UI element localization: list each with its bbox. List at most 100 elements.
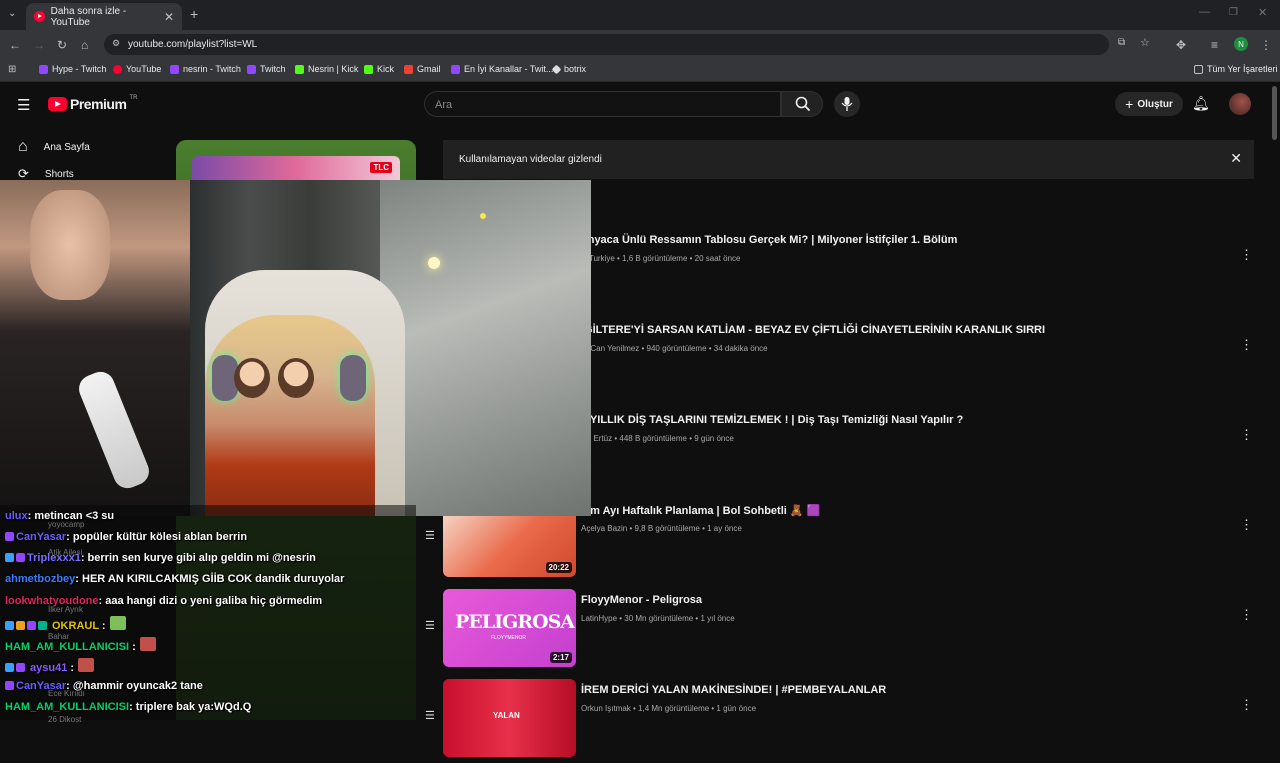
back-icon[interactable]: ← xyxy=(9,38,21,52)
toy-figure xyxy=(234,358,270,398)
video-meta: C Turkiye • 1,6 B görüntüleme • 20 saat … xyxy=(581,254,741,263)
close-window-icon[interactable]: ✕ xyxy=(1258,6,1267,19)
video-duration: 2:17 xyxy=(549,652,572,663)
install-app-icon[interactable]: ⧉ xyxy=(1118,37,1125,48)
voice-search-button[interactable] xyxy=(834,91,860,117)
bookmark-item[interactable]: nesrin - Twitch xyxy=(170,64,241,74)
site-info-icon[interactable]: ⚙ xyxy=(112,38,120,49)
webcam-overlay xyxy=(0,180,591,516)
playlist-video-row[interactable]: ☰ YALAN İREM DERİCİ YALAN MAKİNESİNDE! |… xyxy=(425,679,1253,763)
video-title[interactable]: kim Ayı Haftalık Planlama | Bol Sohbetli… xyxy=(581,504,820,517)
drag-handle-icon[interactable]: ☰ xyxy=(425,619,435,632)
bookmark-item[interactable]: YouTube xyxy=(113,64,161,74)
notifications-bell-icon[interactable]: 🔔︎ xyxy=(1192,95,1210,112)
forward-icon[interactable]: → xyxy=(33,38,45,52)
tab-title: Daha sonra izle - YouTube xyxy=(50,5,127,28)
youtube-favicon-icon xyxy=(34,11,45,22)
more-actions-icon[interactable]: ⋮ xyxy=(1240,427,1253,443)
create-button[interactable]: + Oluştur xyxy=(1115,92,1183,116)
person-center xyxy=(205,315,375,516)
bookmark-item[interactable]: Kick xyxy=(364,64,394,74)
chat-badge-icon xyxy=(5,553,14,562)
account-avatar[interactable] xyxy=(1229,93,1251,115)
more-actions-icon[interactable]: ⋮ xyxy=(1240,247,1253,263)
video-title[interactable]: ünyaca Ünlü Ressamın Tablosu Gerçek Mi? … xyxy=(581,234,957,246)
chat-message: CanYasar: popüler kültür kölesi ablan be… xyxy=(5,531,247,543)
youtube-logo[interactable]: Premium TR xyxy=(48,95,137,112)
twitch-icon xyxy=(451,64,460,74)
drag-handle-icon[interactable]: ☰ xyxy=(425,709,435,722)
botrix-icon xyxy=(551,64,562,74)
browser-tab[interactable]: Daha sonra izle - YouTube ✕ xyxy=(26,3,182,30)
bookmark-item[interactable]: Nesrin | Kick xyxy=(295,64,358,74)
browser-menu-icon[interactable]: ⋮ xyxy=(1260,38,1272,52)
hidden-videos-banner: Kullanılamayan videolar gizlendi ✕ xyxy=(443,140,1254,179)
youtube-play-icon xyxy=(48,97,67,111)
drag-handle-icon[interactable]: ☰ xyxy=(425,529,435,542)
logo-text: Premium xyxy=(70,96,127,112)
page-scrollbar[interactable] xyxy=(1272,86,1277,140)
tab-search-icon[interactable]: ⌄ xyxy=(8,8,16,19)
video-meta: niz Ertüz • 448 B görüntüleme • 9 gün ön… xyxy=(581,434,734,443)
more-actions-icon[interactable]: ⋮ xyxy=(1240,517,1253,533)
headphone-right xyxy=(340,355,366,401)
close-tab-icon[interactable]: ✕ xyxy=(164,10,174,24)
chat-message: HAM_AM_KULLANICISI : xyxy=(5,637,158,653)
chat-message: HAM_AM_KULLANICISI: triplere bak ya:WQd.… xyxy=(5,701,252,713)
video-duration: 20:22 xyxy=(545,562,572,573)
url-bar[interactable]: ⚙ youtube.com/playlist?list=WL ⧉ ☆ xyxy=(104,34,1150,55)
bookmark-item[interactable]: botrix xyxy=(551,64,586,74)
video-title[interactable]: 2 YILLIK DİŞ TAŞLARINI TEMİZLEMEK ! | Di… xyxy=(581,414,963,426)
emote-icon xyxy=(109,616,126,630)
kick-icon xyxy=(364,64,373,74)
profile-avatar[interactable]: N xyxy=(1234,37,1248,51)
new-tab-icon[interactable]: + xyxy=(190,6,198,22)
more-actions-icon[interactable]: ⋮ xyxy=(1240,697,1253,713)
chat-badge-icon xyxy=(16,663,25,672)
video-meta: LatinHype • 30 Mn görüntüleme • 1 yıl ön… xyxy=(581,614,735,623)
menu-icon[interactable]: ☰ xyxy=(17,96,30,114)
bookmark-item[interactable]: En İyi Kanallar - Twit... xyxy=(451,64,553,74)
video-title[interactable]: İREM DERİCİ YALAN MAKİNESİNDE! | #PEMBEY… xyxy=(581,684,886,696)
banner-text: Kullanılamayan videolar gizlendi xyxy=(459,154,602,165)
youtube-icon xyxy=(113,64,122,74)
kick-icon xyxy=(295,64,304,74)
window-light xyxy=(380,180,591,516)
extensions-icon[interactable]: ✥ xyxy=(1176,38,1186,52)
playlist-video-row[interactable]: ☰ PELIGROSA FLOYYMENOR 2:17 FloyyMenor -… xyxy=(425,589,1253,673)
home-icon[interactable]: ⌂ xyxy=(81,38,88,52)
video-title[interactable]: FloyyMenor - Peligrosa xyxy=(581,594,702,606)
chat-badge-icon xyxy=(38,621,47,630)
video-thumbnail[interactable]: YALAN xyxy=(443,679,576,757)
more-actions-icon[interactable]: ⋮ xyxy=(1240,337,1253,353)
sidebar-item-home[interactable]: ⌂ Ana Sayfa xyxy=(18,138,90,156)
all-bookmarks[interactable]: Tüm Yer İşaretleri xyxy=(1194,64,1278,74)
video-meta: ur Can Yenilmez • 940 görüntüleme • 34 d… xyxy=(581,344,768,353)
toy-figure xyxy=(278,358,314,398)
search-icon xyxy=(795,96,811,112)
twitch-icon xyxy=(247,64,256,74)
bookmark-item[interactable]: Hype - Twitch xyxy=(39,64,106,74)
video-thumbnail[interactable]: PELIGROSA FLOYYMENOR 2:17 xyxy=(443,589,576,667)
reload-icon[interactable]: ↻ xyxy=(57,38,67,52)
apps-icon[interactable]: ⊞ xyxy=(8,64,16,75)
plus-icon: + xyxy=(1125,96,1134,112)
chat-message: lookwhatyoudone: aaa hangi dizi o yeni g… xyxy=(5,595,323,607)
bookmark-item[interactable]: Twitch xyxy=(247,64,286,74)
bookmark-item[interactable]: Gmail xyxy=(404,64,441,74)
chat-message: ahmetbozbey: HER AN KIRILCAKMIŞ GİİB COK… xyxy=(5,573,345,585)
media-control-icon[interactable]: ≡ xyxy=(1211,38,1218,52)
url-text: youtube.com/playlist?list=WL xyxy=(128,39,258,50)
home-icon: ⌂ xyxy=(18,138,28,155)
restore-icon[interactable]: ❐ xyxy=(1229,7,1238,18)
video-title[interactable]: IGİLTERE'Yİ SARSAN KATLİAM - BEYAZ EV Çİ… xyxy=(581,324,1045,336)
minimize-icon[interactable]: — xyxy=(1199,6,1210,18)
microphone-icon xyxy=(841,97,853,111)
close-icon[interactable]: ✕ xyxy=(1230,150,1242,167)
person-left-face xyxy=(30,190,110,300)
more-actions-icon[interactable]: ⋮ xyxy=(1240,607,1253,623)
search-input[interactable]: Ara xyxy=(424,91,781,117)
search-button[interactable] xyxy=(781,91,823,117)
bookmark-star-icon[interactable]: ☆ xyxy=(1140,36,1150,49)
thumbnail-text: YALAN xyxy=(493,711,520,720)
